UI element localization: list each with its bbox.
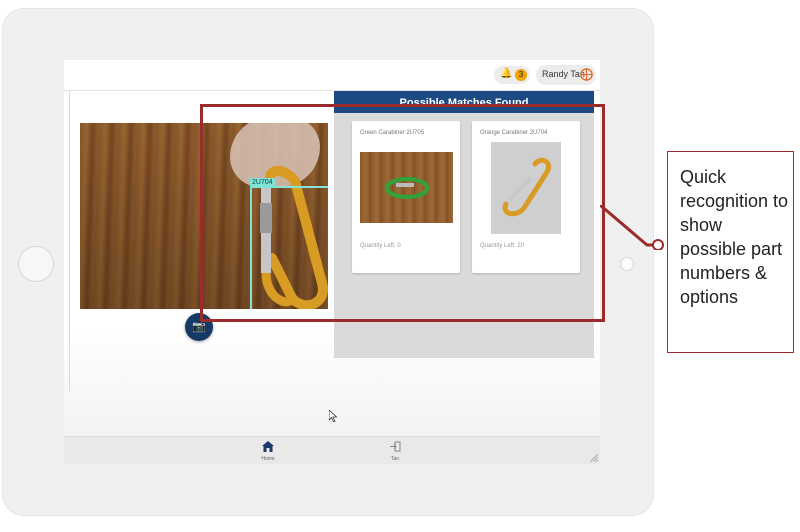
notification-badge: 3: [515, 69, 527, 81]
company-logo-icon: [580, 68, 593, 81]
camera-icon: 📷: [192, 321, 206, 333]
home-icon: [253, 441, 283, 455]
bottom-nav: Home Tan: [64, 436, 600, 464]
annotation-callout: Quick recognition to show possible part …: [667, 151, 794, 353]
nav-item-logout[interactable]: Tan: [380, 441, 410, 462]
divider: [69, 91, 70, 391]
bell-icon: 🔔: [500, 68, 513, 79]
tablet-home-button: [18, 246, 54, 282]
mouse-cursor-icon: [329, 410, 337, 422]
nav-label: Tan: [390, 456, 400, 462]
notification-button[interactable]: 🔔 3: [494, 66, 530, 84]
nav-label: Home: [261, 456, 275, 462]
user-name: Randy Tan: [542, 69, 585, 79]
top-bar: 🔔 3 Randy Tan: [64, 60, 600, 91]
logout-icon: [380, 441, 410, 455]
nav-item-home[interactable]: Home: [253, 441, 283, 462]
annotation-highlight: [200, 104, 605, 322]
annotation-text: Quick recognition to show possible part …: [680, 167, 789, 307]
tablet-camera-dot: [620, 257, 634, 271]
annotation-connector: [600, 205, 664, 250]
resize-grip-icon: [590, 454, 598, 462]
user-menu-button[interactable]: Randy Tan: [536, 65, 596, 85]
